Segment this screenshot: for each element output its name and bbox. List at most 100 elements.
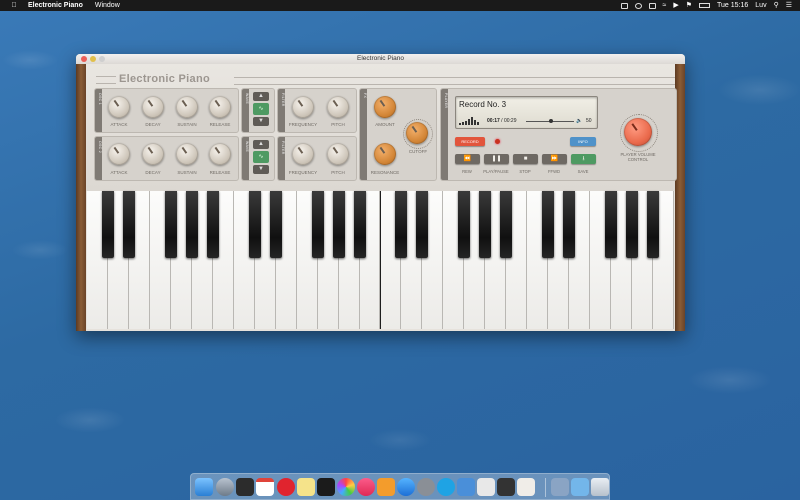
notifications-icon[interactable] xyxy=(648,2,656,9)
spotlight-icon[interactable]: ⚲ xyxy=(774,0,779,11)
battery-icon[interactable] xyxy=(699,3,711,8)
xcode-icon[interactable] xyxy=(457,478,475,496)
screenshots-folder-icon[interactable] xyxy=(551,478,569,496)
display-icon[interactable] xyxy=(620,2,628,9)
black-key[interactable] xyxy=(248,191,261,258)
title-bar[interactable]: Electronic Piano xyxy=(76,54,685,64)
osc2-sustain-knob[interactable] xyxy=(176,143,198,165)
app-store-icon[interactable] xyxy=(397,478,415,496)
black-key[interactable] xyxy=(206,191,219,258)
fx-resonance-knob[interactable] xyxy=(374,143,396,165)
downloads-folder-icon[interactable] xyxy=(571,478,589,496)
wave1-down-button[interactable]: ▼ xyxy=(253,117,269,126)
activity-monitor-icon[interactable] xyxy=(497,478,515,496)
wave2-up-button[interactable]: ▲ xyxy=(253,140,269,149)
black-key[interactable] xyxy=(269,191,282,258)
stop-label: STOP xyxy=(519,169,531,174)
launchpad-icon[interactable] xyxy=(216,478,234,496)
info-button[interactable]: INFO xyxy=(570,137,596,146)
fx-amount-knob[interactable] xyxy=(374,96,396,118)
filter1-frequency-label: FREQUENCY xyxy=(288,122,318,127)
photos-icon[interactable] xyxy=(337,478,355,496)
close-button[interactable] xyxy=(81,56,87,62)
play-pause-button[interactable]: ❚❚ xyxy=(484,154,509,164)
player-display: Record No. 3 00:17 / 00:29 🔈 50 xyxy=(455,96,598,129)
user-name[interactable]: Luv xyxy=(755,0,766,11)
fx-cutoff-knob[interactable] xyxy=(406,122,428,144)
record-button[interactable]: RECORD xyxy=(455,137,485,146)
black-key[interactable] xyxy=(185,191,198,258)
osc2-attack-knob[interactable] xyxy=(108,143,130,165)
electronic-piano-dock-icon[interactable] xyxy=(517,478,535,496)
finder-icon[interactable] xyxy=(195,478,213,496)
notes-icon[interactable] xyxy=(297,478,315,496)
mission-control-icon[interactable] xyxy=(236,478,254,496)
black-key[interactable] xyxy=(647,191,660,258)
player-volume-knob[interactable] xyxy=(624,118,652,146)
osc2-release-knob[interactable] xyxy=(209,143,231,165)
wave2-tab: WAVE xyxy=(242,137,249,180)
textedit-icon[interactable] xyxy=(477,478,495,496)
wood-side-left xyxy=(76,64,86,331)
osc1-attack-label: ATTACK xyxy=(110,122,128,127)
black-key[interactable] xyxy=(395,191,408,258)
save-button[interactable]: ⭳ xyxy=(571,154,596,164)
notification-center-icon[interactable]: ☰ xyxy=(786,0,792,11)
wave1-sine-button[interactable]: ∿ xyxy=(253,103,269,115)
black-key[interactable] xyxy=(542,191,555,258)
osc2-sustain-label: SUSTAIN xyxy=(177,170,197,175)
black-key[interactable] xyxy=(122,191,135,258)
black-key[interactable] xyxy=(626,191,639,258)
black-key[interactable] xyxy=(101,191,114,258)
itunes-icon[interactable] xyxy=(357,478,375,496)
filter1-frequency-knob[interactable] xyxy=(292,96,314,118)
ibooks-icon[interactable] xyxy=(377,478,395,496)
black-key[interactable] xyxy=(479,191,492,258)
skype-icon[interactable] xyxy=(437,478,455,496)
wave2-down-button[interactable]: ▼ xyxy=(253,165,269,174)
opera-icon[interactable] xyxy=(277,478,295,496)
filter2-pitch-knob[interactable] xyxy=(327,143,349,165)
terminal-icon[interactable] xyxy=(317,478,335,496)
black-key[interactable] xyxy=(164,191,177,258)
black-key[interactable] xyxy=(311,191,324,258)
black-key[interactable] xyxy=(500,191,513,258)
apple-icon[interactable]:  xyxy=(10,0,18,11)
volume-icon[interactable]: ▶ xyxy=(673,0,678,11)
system-preferences-icon[interactable] xyxy=(417,478,435,496)
minimize-button[interactable] xyxy=(90,56,96,62)
wave2-square-button[interactable]: ∿ xyxy=(253,151,269,163)
wifi-icon[interactable]: ≈ xyxy=(663,0,667,11)
filter1-pitch-knob[interactable] xyxy=(327,96,349,118)
window-menu[interactable]: Window xyxy=(95,0,120,11)
black-key[interactable] xyxy=(563,191,576,258)
osc1-sustain-knob[interactable] xyxy=(176,96,198,118)
stop-button[interactable]: ■ xyxy=(513,154,538,164)
osc1-release-label: RELEASE xyxy=(209,122,231,127)
zoom-button[interactable] xyxy=(99,56,105,62)
black-key[interactable] xyxy=(605,191,618,258)
volume-value: 50 xyxy=(586,118,592,124)
window-title: Electronic Piano xyxy=(357,55,404,62)
clock[interactable]: Tue 15:16 xyxy=(717,0,748,11)
sync-icon[interactable] xyxy=(634,2,642,9)
play-pause-label: PLAY/PAUSE xyxy=(483,169,509,174)
trash-icon[interactable] xyxy=(591,478,609,496)
filter2-frequency-knob[interactable] xyxy=(292,143,314,165)
calendar-icon[interactable] xyxy=(256,478,274,496)
black-key[interactable] xyxy=(458,191,471,258)
black-key[interactable] xyxy=(353,191,366,258)
black-key[interactable] xyxy=(332,191,345,258)
wave1-up-button[interactable]: ▲ xyxy=(253,92,269,101)
fast-forward-button[interactable]: ⏩ xyxy=(542,154,567,164)
flag-icon[interactable]: ⚑ xyxy=(686,0,692,11)
osc1-release-knob[interactable] xyxy=(209,96,231,118)
black-key[interactable] xyxy=(416,191,429,258)
osc2-decay-knob[interactable] xyxy=(142,143,164,165)
osc1-decay-knob[interactable] xyxy=(142,96,164,118)
app-menu[interactable]: Electronic Piano xyxy=(28,0,83,11)
seek-thumb[interactable] xyxy=(549,119,553,123)
level-meter xyxy=(459,117,481,125)
osc1-attack-knob[interactable] xyxy=(108,96,130,118)
rewind-button[interactable]: ⏪ xyxy=(455,154,480,164)
